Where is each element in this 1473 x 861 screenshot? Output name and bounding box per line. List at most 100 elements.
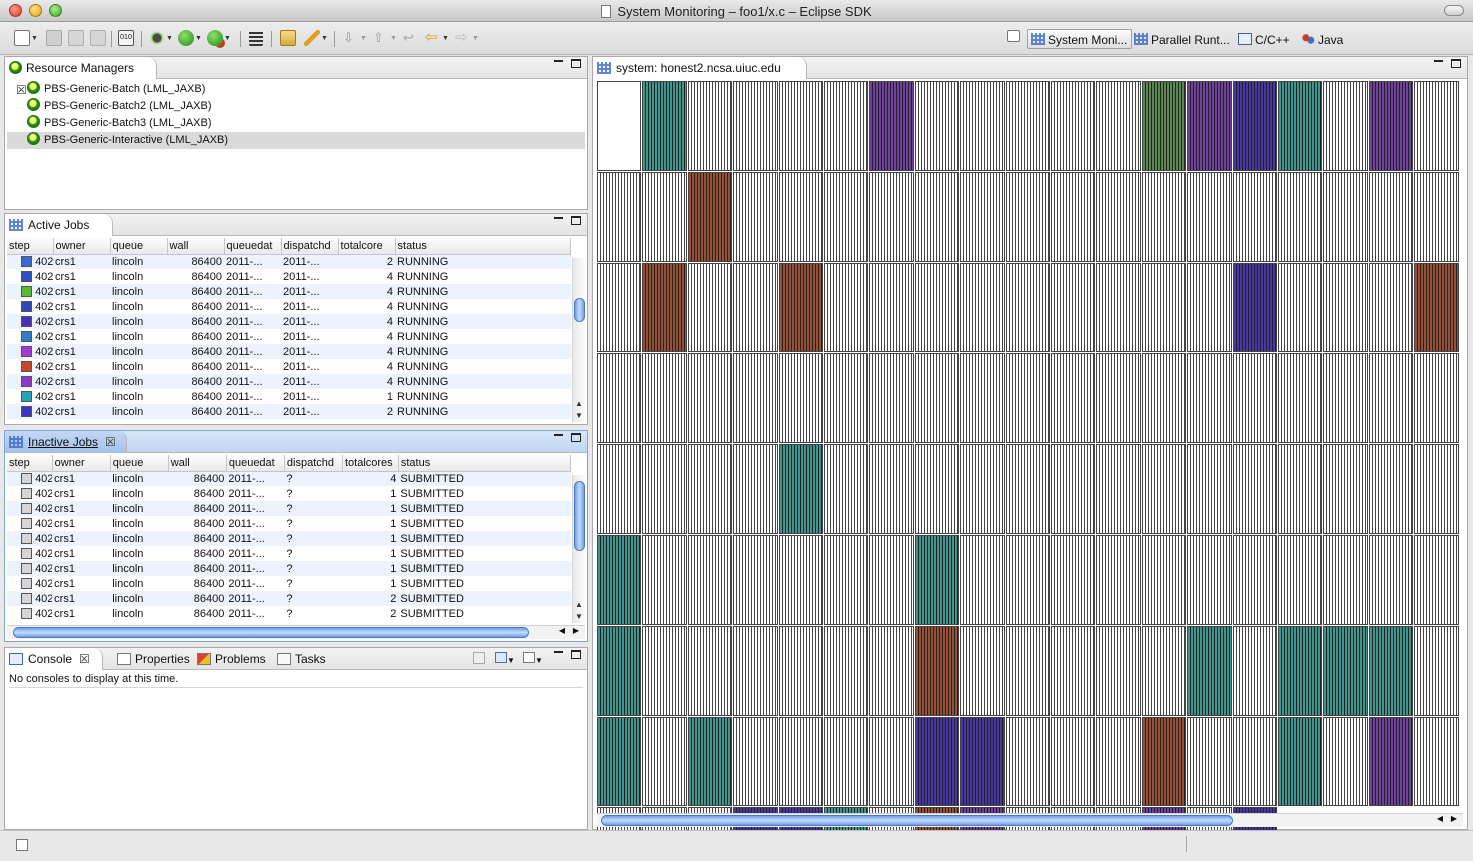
binary-icon[interactable]: 010 [118,30,134,48]
column-header-wall[interactable]: wall [168,455,227,472]
node-cell[interactable] [733,716,778,807]
table-row[interactable]: 40216...crs1lincoln864002011-...2011-...… [7,314,571,329]
scroll-right-icon[interactable]: ▶ [1451,814,1457,823]
node-cell[interactable] [1096,444,1141,534]
node-cell[interactable] [914,171,960,262]
node-cell[interactable] [914,353,960,444]
minimize-icon[interactable] [554,434,563,436]
node-cell[interactable] [1096,716,1141,807]
node-cell[interactable] [1323,262,1368,353]
node-cell[interactable] [1323,81,1368,171]
scroll-up-icon[interactable]: ▲ [575,399,583,408]
node-cell[interactable] [1005,353,1050,444]
column-header-step[interactable]: step [7,238,54,255]
node-cell[interactable] [1141,81,1187,171]
node-cell[interactable] [1051,171,1096,262]
node-cell[interactable] [869,716,914,807]
node-cell[interactable] [1141,535,1187,625]
scroll-left-icon[interactable]: ◀ [1437,814,1443,823]
inactive-jobs-horizontal-scrollbar[interactable]: ◀ ▶ [7,625,585,639]
node-cell[interactable] [1278,716,1323,807]
close-icon[interactable]: ☒ [105,431,116,453]
node-cell[interactable] [733,625,778,716]
node-cell[interactable] [733,81,778,171]
node-cell[interactable] [733,535,778,625]
node-cell[interactable] [914,444,960,534]
node-cell[interactable] [1323,625,1368,716]
save-icon[interactable] [46,30,62,48]
node-cell[interactable] [1187,262,1232,353]
node-cell[interactable] [778,353,823,444]
node-cell[interactable] [733,444,778,534]
open-console-icon[interactable]: ▼ [523,652,545,665]
node-cell[interactable] [1005,81,1050,171]
node-cell[interactable] [869,81,914,171]
node-cell[interactable] [778,535,823,625]
node-cell[interactable] [914,81,960,171]
node-cell[interactable] [869,262,914,353]
prev-annotation-icon[interactable]: ⇧ ▼ [373,30,397,48]
node-cell[interactable] [1414,81,1459,171]
inactive-jobs-vertical-scrollbar[interactable]: ▲ ▼ [572,475,585,623]
tab-console[interactable]: Console ☒ [5,648,103,670]
table-row[interactable]: 40217...crs1lincoln864002011-...?1SUBMIT… [7,576,571,591]
table-row[interactable]: 40216...crs1lincoln864002011-...2011-...… [7,374,571,389]
node-cell[interactable] [1368,625,1414,716]
node-cell[interactable] [1232,535,1277,625]
node-cell[interactable] [1005,444,1050,534]
node-cell[interactable] [1096,171,1141,262]
node-cell[interactable] [1005,625,1050,716]
node-cell[interactable] [824,353,869,444]
active-jobs-vertical-scrollbar[interactable]: ▲ ▼ [572,258,585,422]
table-row[interactable]: 40217...crs1lincoln864002011-...?1SUBMIT… [7,531,571,546]
node-cell[interactable] [1323,716,1368,807]
node-cell[interactable] [1278,444,1323,534]
node-cell[interactable] [687,262,733,353]
toolbar-toggle-button[interactable] [1444,5,1464,16]
tab-problems[interactable]: Problems [193,648,266,670]
node-cell[interactable] [1051,262,1096,353]
node-cell[interactable] [1051,444,1096,534]
column-header-status[interactable]: status [398,455,571,472]
node-cell[interactable] [1096,81,1141,171]
display-console-icon[interactable]: ▼ [495,652,517,665]
node-cell[interactable] [642,625,687,716]
node-cell[interactable] [1278,81,1323,171]
node-cell[interactable] [687,353,733,444]
node-cell[interactable] [778,444,823,534]
node-cell[interactable] [960,625,1005,716]
table-row[interactable]: 40216...crs1lincoln864002011-...2011-...… [7,404,571,419]
column-header-owner[interactable]: owner [53,238,111,255]
perspective-java[interactable]: Java [1297,29,1348,49]
node-cell[interactable] [869,535,914,625]
perspective-cpp[interactable]: C/C++ [1234,29,1295,49]
node-cell[interactable] [1187,625,1232,716]
node-cell[interactable] [1187,716,1232,807]
node-cell[interactable] [1051,81,1096,171]
resource-manager-item[interactable]: PBS-Generic-Interactive (LML_JAXB) [7,132,585,149]
node-cell[interactable] [778,625,823,716]
node-cell[interactable] [1414,171,1459,262]
tab-tasks[interactable]: Tasks [273,648,326,670]
node-cell[interactable] [1141,444,1187,534]
node-cell[interactable] [1005,262,1050,353]
open-perspective-icon[interactable] [1007,30,1020,48]
resource-manager-item[interactable]: PBS-Generic-Batch3 (LML_JAXB) [7,115,585,132]
maximize-icon[interactable] [571,216,581,225]
node-cell[interactable] [1368,262,1414,353]
column-header-dispatchd[interactable]: dispatchd [284,455,343,472]
node-cell[interactable] [1141,716,1187,807]
node-cell[interactable] [1414,353,1459,444]
perspective-parallel-runtime[interactable]: Parallel Runt... [1130,29,1235,49]
node-cell[interactable] [914,716,960,807]
node-cell[interactable] [597,262,642,353]
system-view-horizontal-scrollbar[interactable]: ◀ ▶ [597,813,1463,827]
column-header-status[interactable]: status [395,238,571,255]
external-tools-icon[interactable]: ▼ [207,30,231,48]
scrollbar-thumb[interactable] [13,627,529,638]
node-cell[interactable] [960,171,1005,262]
node-cell[interactable] [1414,535,1459,625]
node-cell[interactable] [687,444,733,534]
node-cell[interactable] [960,444,1005,534]
node-cell[interactable] [1414,444,1459,534]
